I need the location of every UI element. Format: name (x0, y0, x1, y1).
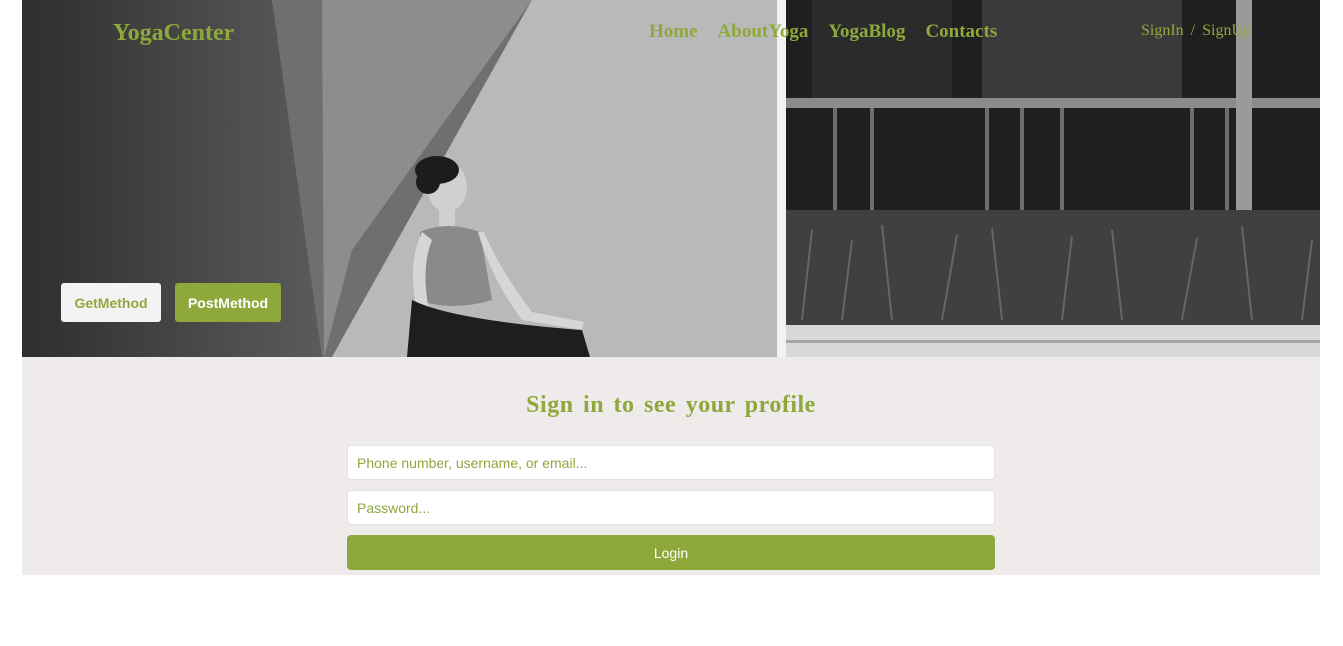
get-method-button[interactable]: GetMethod (61, 283, 161, 322)
post-method-button[interactable]: PostMethod (175, 283, 281, 322)
auth-links: SignIn / SignUp (1141, 22, 1251, 40)
password-input[interactable] (347, 490, 995, 525)
hero-banner: YogaCenter Home AboutYoga YogaBlog Conta… (22, 0, 1320, 357)
nav-contacts[interactable]: Contacts (925, 21, 997, 43)
nav-about-yoga[interactable]: AboutYoga (718, 21, 809, 43)
main-nav: Home AboutYoga YogaBlog Contacts (649, 21, 997, 43)
signin-panel: Sign in to see your profile Login (22, 357, 1320, 575)
signin-title: Sign in to see your profile (526, 392, 816, 418)
site-logo[interactable]: YogaCenter (113, 20, 234, 47)
page-wrapper: YogaCenter Home AboutYoga YogaBlog Conta… (22, 0, 1320, 575)
nav-home[interactable]: Home (649, 21, 698, 43)
nav-yoga-blog[interactable]: YogaBlog (828, 21, 905, 43)
auth-separator: / (1190, 22, 1196, 39)
signin-link[interactable]: SignIn (1141, 22, 1184, 40)
signup-link[interactable]: SignUp (1202, 22, 1251, 40)
login-button[interactable]: Login (347, 535, 995, 570)
username-input[interactable] (347, 445, 995, 480)
